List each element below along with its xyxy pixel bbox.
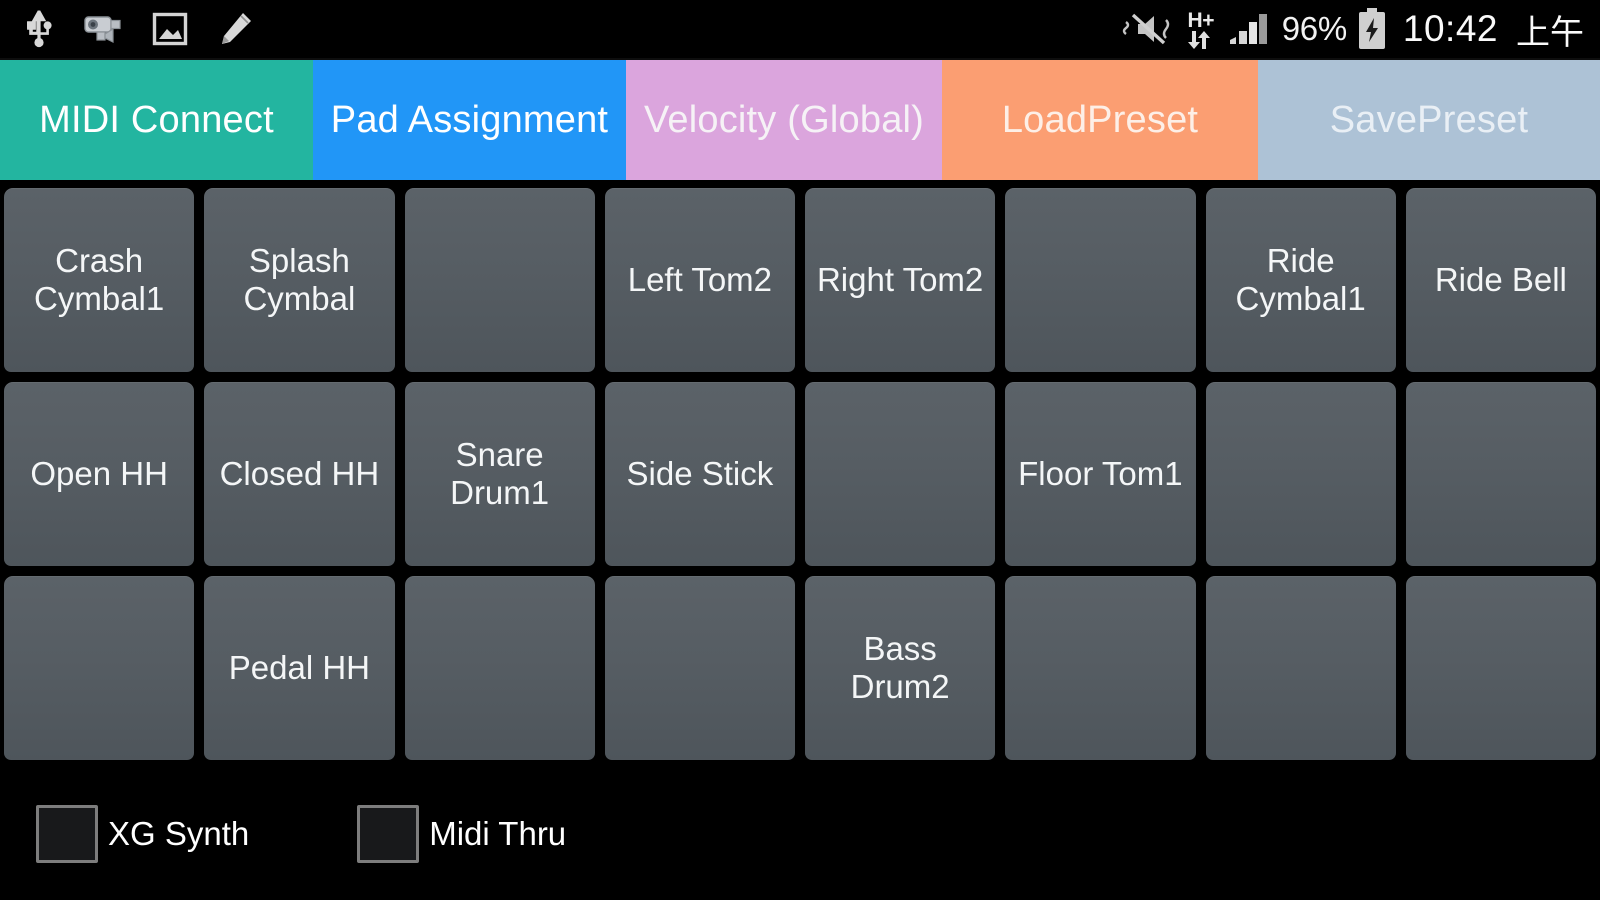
drum-pad[interactable] [1405,382,1596,566]
options-bar: XG Synth Midi Thru [0,768,1600,900]
drum-pad[interactable] [1005,188,1196,372]
drum-pad[interactable]: Snare Drum1 [404,382,595,566]
image-icon [152,12,190,46]
data-transfer-arrows-icon [1186,30,1216,49]
drum-pad[interactable] [805,382,996,566]
usb-icon [22,9,56,49]
drum-pad-label: Splash Cymbal [243,241,356,317]
drum-pad[interactable] [604,576,795,760]
drum-pad-label: Closed HH [219,454,380,492]
drum-pad-label: Right Tom2 [816,260,984,298]
drum-pad-label: Ride Cymbal1 [1235,241,1366,317]
midi-thru-checkbox[interactable] [357,805,420,863]
drum-pad[interactable]: Left Tom2 [604,188,795,372]
drum-pad[interactable]: Floor Tom1 [1005,382,1196,566]
drum-pad[interactable] [1005,576,1196,760]
drum-pad[interactable]: Open HH [4,382,195,566]
drum-pad[interactable]: Ride Bell [1405,188,1596,372]
android-status-bar: H+ 96% 10:42 上午 [0,0,1600,60]
pencil-icon [216,11,254,47]
top-nav-bar: MIDI Connect Pad Assignment Velocity (Gl… [0,60,1600,180]
camera-icon [82,12,126,46]
drum-pad[interactable] [1205,576,1396,760]
drum-pad[interactable] [404,576,595,760]
status-bar-clock: 10:42 [1402,8,1498,49]
drum-pad[interactable]: Pedal HH [204,576,395,760]
nav-button-midi-connect[interactable]: MIDI Connect [0,60,313,180]
drum-pad-grid: Crash Cymbal1 Splash Cymbal Left Tom2 Ri… [0,180,1600,768]
status-bar-am-pm: 上午 [1516,13,1584,52]
network-type-indicator: H+ [1186,10,1216,49]
drum-pad[interactable]: Side Stick [604,382,795,566]
drum-pad[interactable]: Right Tom2 [805,188,996,372]
drum-pad[interactable]: Ride Cymbal1 [1205,188,1396,372]
drum-pad-app: H+ 96% 10:42 上午 MIDI Connect Pad Assignm… [0,0,1600,900]
option-xg-synth[interactable]: XG Synth [36,805,249,863]
option-midi-thru[interactable]: Midi Thru [357,805,566,863]
xg-synth-checkbox[interactable] [36,805,98,863]
drum-pad-label: Bass Drum2 [850,629,950,705]
drum-pad[interactable] [4,576,195,760]
network-type-label: H+ [1187,8,1215,32]
battery-percent-label: 96% [1281,10,1347,47]
mute-vibrate-icon [1120,9,1176,49]
battery-charging-icon [1357,8,1387,50]
nav-button-pad-assignment[interactable]: Pad Assignment [313,60,626,180]
drum-pad-label: Pedal HH [228,648,370,686]
xg-synth-label: XG Synth [108,815,250,852]
status-bar-left-icons [22,9,254,49]
drum-pad-label: Left Tom2 [627,260,773,298]
nav-button-load-preset[interactable]: LoadPreset [942,60,1258,180]
drum-pad-label: Open HH [30,454,168,492]
drum-pad-label: Ride Bell [1434,260,1567,298]
drum-pad-label: Snare Drum1 [450,435,550,511]
drum-pad-label: Crash Cymbal1 [34,241,165,317]
nav-button-velocity-global[interactable]: Velocity (Global) [626,60,942,180]
drum-pad[interactable]: Closed HH [204,382,395,566]
midi-thru-label: Midi Thru [429,815,567,852]
status-bar-right-area: H+ 96% 10:42 上午 [1120,5,1584,54]
drum-pad[interactable] [1205,382,1396,566]
drum-pad[interactable]: Splash Cymbal [204,188,395,372]
drum-pad[interactable]: Crash Cymbal1 [4,188,195,372]
drum-pad[interactable]: Bass Drum2 [805,576,996,760]
drum-pad[interactable] [1405,576,1596,760]
signal-bars-icon [1228,11,1272,47]
drum-pad[interactable] [404,188,595,372]
nav-button-save-preset[interactable]: SavePreset [1258,60,1600,180]
drum-pad-label: Floor Tom1 [1018,454,1183,492]
drum-pad-label: Side Stick [626,454,774,492]
